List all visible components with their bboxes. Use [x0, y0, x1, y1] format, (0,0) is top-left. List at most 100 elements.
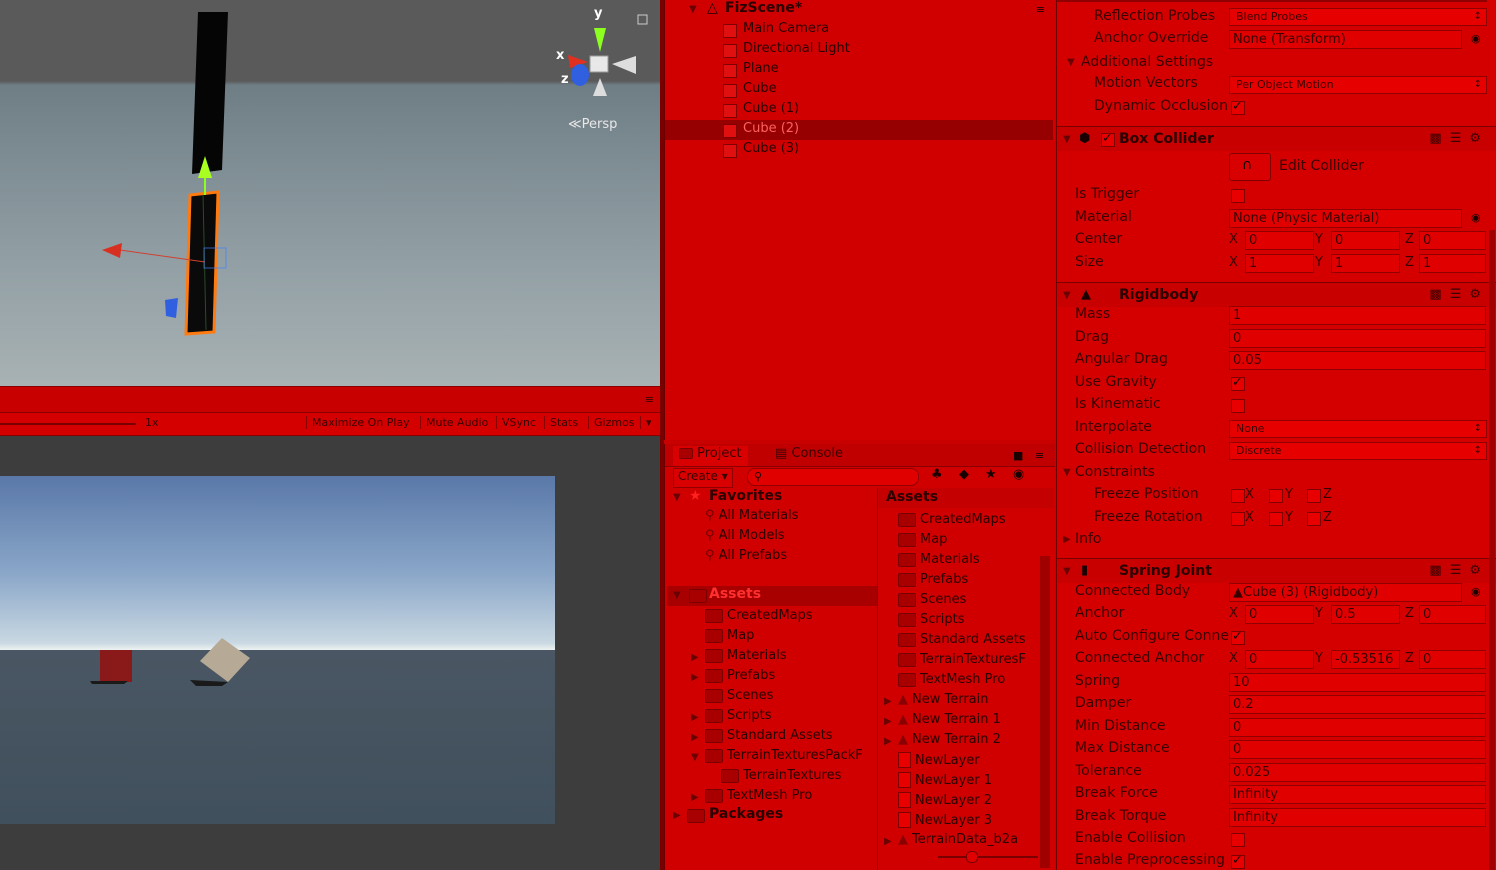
collapse-icon[interactable]: ▶: [691, 652, 699, 663]
panel-menu-icon[interactable]: ≡: [1035, 449, 1044, 462]
object-picker-icon[interactable]: ◉: [1471, 32, 1481, 45]
freeze-rotation-x-checkbox[interactable]: [1231, 512, 1245, 526]
collapse-icon[interactable]: ▶: [691, 732, 699, 743]
mute-audio-button[interactable]: Mute Audio: [420, 416, 488, 429]
asset-item[interactable]: NewLayer 3: [898, 812, 1038, 832]
folder-tree-item[interactable]: ▼ TerrainTexturesPackF: [691, 748, 863, 768]
lock-icon[interactable]: ■: [1013, 449, 1023, 462]
max-distance-field[interactable]: 0: [1229, 740, 1486, 759]
freeze-position-z-checkbox[interactable]: [1307, 489, 1321, 503]
expand-icon[interactable]: ▼: [1063, 467, 1071, 478]
folder-tree-item[interactable]: ▶ Scripts: [691, 708, 771, 728]
mass-field[interactable]: 1: [1229, 306, 1486, 325]
asset-item[interactable]: Scripts: [898, 612, 1038, 632]
damper-field[interactable]: 0.2: [1229, 695, 1486, 714]
filter-type-icon[interactable]: ♣: [931, 467, 943, 482]
inspector-scrollbar[interactable]: [1489, 230, 1495, 870]
constraints-row[interactable]: ▼ Constraints: [1057, 462, 1496, 484]
hierarchy-item[interactable]: Cube: [665, 80, 1053, 100]
vsync-button[interactable]: VSync: [496, 416, 536, 429]
component-settings-icons[interactable]: ▩☰⚙: [1429, 563, 1489, 578]
anchor-x-field[interactable]: 0: [1245, 605, 1314, 624]
asset-item[interactable]: ▲ New Terrain: [898, 692, 1038, 712]
scene-root-row[interactable]: ▼ △ FizScene* ≡: [665, 0, 1053, 20]
anchor-y-field[interactable]: 0.5: [1331, 605, 1400, 624]
icon-size-handle[interactable]: [966, 851, 978, 863]
folder-tree-item[interactable]: ▶ Standard Assets: [691, 728, 833, 748]
expand-icon[interactable]: ▼: [689, 4, 697, 15]
box-collider-enabled-checkbox[interactable]: [1101, 131, 1115, 147]
spring-field[interactable]: 10: [1229, 673, 1486, 692]
collapse-icon[interactable]: ▶: [691, 672, 699, 683]
collapse-icon[interactable]: ▶: [884, 736, 892, 747]
game-render[interactable]: [0, 476, 555, 824]
filter-label-icon[interactable]: ◆: [959, 467, 969, 482]
icon-size-slider[interactable]: [938, 856, 1038, 858]
center-y-field[interactable]: 0: [1331, 231, 1400, 250]
connected-anchor-x-field[interactable]: 0: [1245, 650, 1314, 669]
collapse-icon[interactable]: ▶: [691, 792, 699, 803]
folder-tree-item[interactable]: CreatedMaps: [705, 608, 813, 628]
auto-configure-checkbox[interactable]: [1231, 629, 1245, 645]
asset-item[interactable]: Map: [898, 532, 1038, 552]
motion-vectors-dropdown[interactable]: Per Object Motion: [1229, 76, 1487, 94]
collapse-icon[interactable]: ▶: [691, 712, 699, 723]
min-distance-field[interactable]: 0: [1229, 718, 1486, 737]
folder-tree-item[interactable]: ▶ TextMesh Pro: [691, 788, 812, 808]
tolerance-field[interactable]: 0.025: [1229, 763, 1486, 782]
box-collider-header[interactable]: ▼ ⬢ Box Collider ▩☰⚙: [1057, 126, 1496, 151]
tab-project[interactable]: Project: [673, 446, 748, 466]
hierarchy-item[interactable]: Cube (1): [665, 100, 1053, 120]
asset-item[interactable]: ▲ New Terrain 2: [898, 732, 1038, 752]
folder-tree-item[interactable]: Scenes: [705, 688, 773, 708]
hierarchy-item[interactable]: Cube (3): [665, 140, 1053, 160]
component-settings-icons[interactable]: ▩☰⚙: [1429, 287, 1489, 302]
assets-scrollbar[interactable]: [1040, 556, 1050, 868]
collision-detection-dropdown[interactable]: Discrete: [1229, 442, 1487, 460]
hierarchy-item[interactable]: Cube (2): [665, 120, 1053, 140]
angular-drag-field[interactable]: 0.05: [1229, 351, 1486, 370]
asset-item[interactable]: Prefabs: [898, 572, 1038, 592]
tab-console[interactable]: ▤ Console: [775, 446, 843, 468]
hierarchy-item[interactable]: Directional Light: [665, 40, 1053, 60]
is-kinematic-checkbox[interactable]: [1231, 399, 1245, 413]
interpolate-dropdown[interactable]: None: [1229, 420, 1487, 438]
is-trigger-checkbox[interactable]: [1231, 189, 1245, 203]
asset-item[interactable]: NewLayer 1: [898, 772, 1038, 792]
create-button[interactable]: Create ▾: [673, 468, 733, 488]
connected-body-field[interactable]: ▲Cube (3) (Rigidbody): [1229, 583, 1462, 602]
assets-row-selected[interactable]: ▼ Assets: [667, 586, 877, 606]
packages-row[interactable]: ▶ Packages: [665, 806, 875, 826]
collapse-icon[interactable]: ▼: [1063, 134, 1071, 145]
expand-icon[interactable]: ▼: [673, 590, 681, 601]
object-picker-icon[interactable]: ◉: [1471, 585, 1481, 598]
connected-anchor-z-field[interactable]: 0: [1419, 650, 1486, 669]
break-force-field[interactable]: Infinity: [1229, 785, 1486, 804]
folder-tree-item[interactable]: ▶ Prefabs: [691, 668, 775, 688]
collapse-icon[interactable]: ▼: [1063, 290, 1071, 301]
maximize-on-play-button[interactable]: Maximize On Play: [306, 416, 410, 429]
enable-collision-checkbox[interactable]: [1231, 833, 1245, 847]
folder-tree-item[interactable]: ▶ Materials: [691, 648, 787, 668]
freeze-position-x-checkbox[interactable]: [1231, 489, 1245, 503]
spring-joint-header[interactable]: ▼ ▮ Spring Joint ▩☰⚙: [1057, 558, 1496, 583]
favorite-item[interactable]: ⚲ All Materials: [705, 508, 799, 528]
asset-item[interactable]: CreatedMaps: [898, 512, 1038, 532]
asset-item[interactable]: TextMesh Pro: [898, 672, 1038, 692]
expand-icon[interactable]: ▼: [691, 752, 699, 763]
persp-toggle[interactable]: ≪Persp: [568, 117, 617, 132]
reflection-probes-dropdown[interactable]: Blend Probes: [1229, 8, 1487, 26]
additional-settings-row[interactable]: ▼ Additional Settings: [1057, 52, 1496, 74]
component-settings-icons[interactable]: ▩☰⚙: [1429, 131, 1489, 146]
gizmos-button[interactable]: Gizmos: [588, 416, 635, 429]
dynamic-occlusion-checkbox[interactable]: [1231, 99, 1245, 115]
asset-item[interactable]: Materials: [898, 552, 1038, 572]
asset-item[interactable]: NewLayer 2: [898, 792, 1038, 812]
info-row[interactable]: ▶ Info: [1057, 529, 1496, 551]
asset-item[interactable]: ▲ TerrainData_b2a: [898, 832, 1038, 852]
size-y-field[interactable]: 1: [1331, 254, 1400, 273]
center-x-field[interactable]: 0: [1245, 231, 1314, 250]
gizmos-dropdown-icon[interactable]: ▾: [640, 416, 652, 429]
freeze-rotation-z-checkbox[interactable]: [1307, 512, 1321, 526]
asset-item[interactable]: NewLayer: [898, 752, 1038, 772]
